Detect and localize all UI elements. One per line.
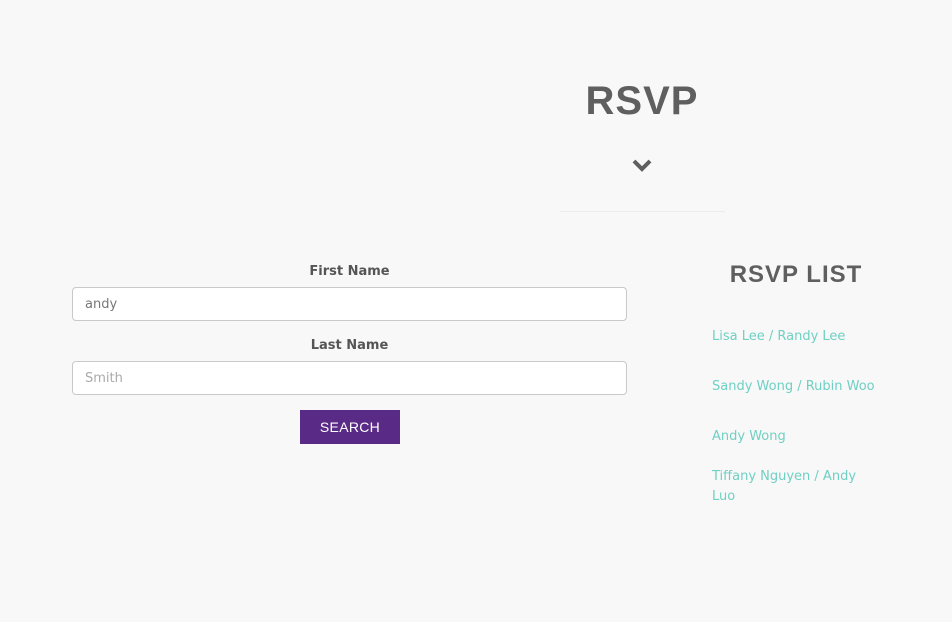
chevron-down-icon[interactable] [631, 156, 653, 174]
last-name-label: Last Name [310, 338, 389, 353]
section-divider [560, 211, 725, 212]
first-name-input[interactable] [72, 287, 627, 321]
rsvp-list-item[interactable]: Tiffany Nguyen / Andy Luo [712, 467, 877, 507]
page-title: RSVP [585, 79, 699, 123]
first-name-label: First Name [309, 264, 390, 279]
last-name-input[interactable] [72, 361, 627, 395]
rsvp-page: RSVP First Name Last Name SEARCH RSVP LI… [0, 0, 952, 622]
rsvp-list-item[interactable]: Andy Wong [712, 427, 877, 447]
search-button[interactable]: SEARCH [300, 410, 400, 444]
rsvp-list-item[interactable]: Lisa Lee / Randy Lee [712, 327, 877, 347]
rsvp-list-title: RSVP LIST [729, 261, 863, 288]
rsvp-list-item[interactable]: Sandy Wong / Rubin Woo [712, 377, 877, 397]
